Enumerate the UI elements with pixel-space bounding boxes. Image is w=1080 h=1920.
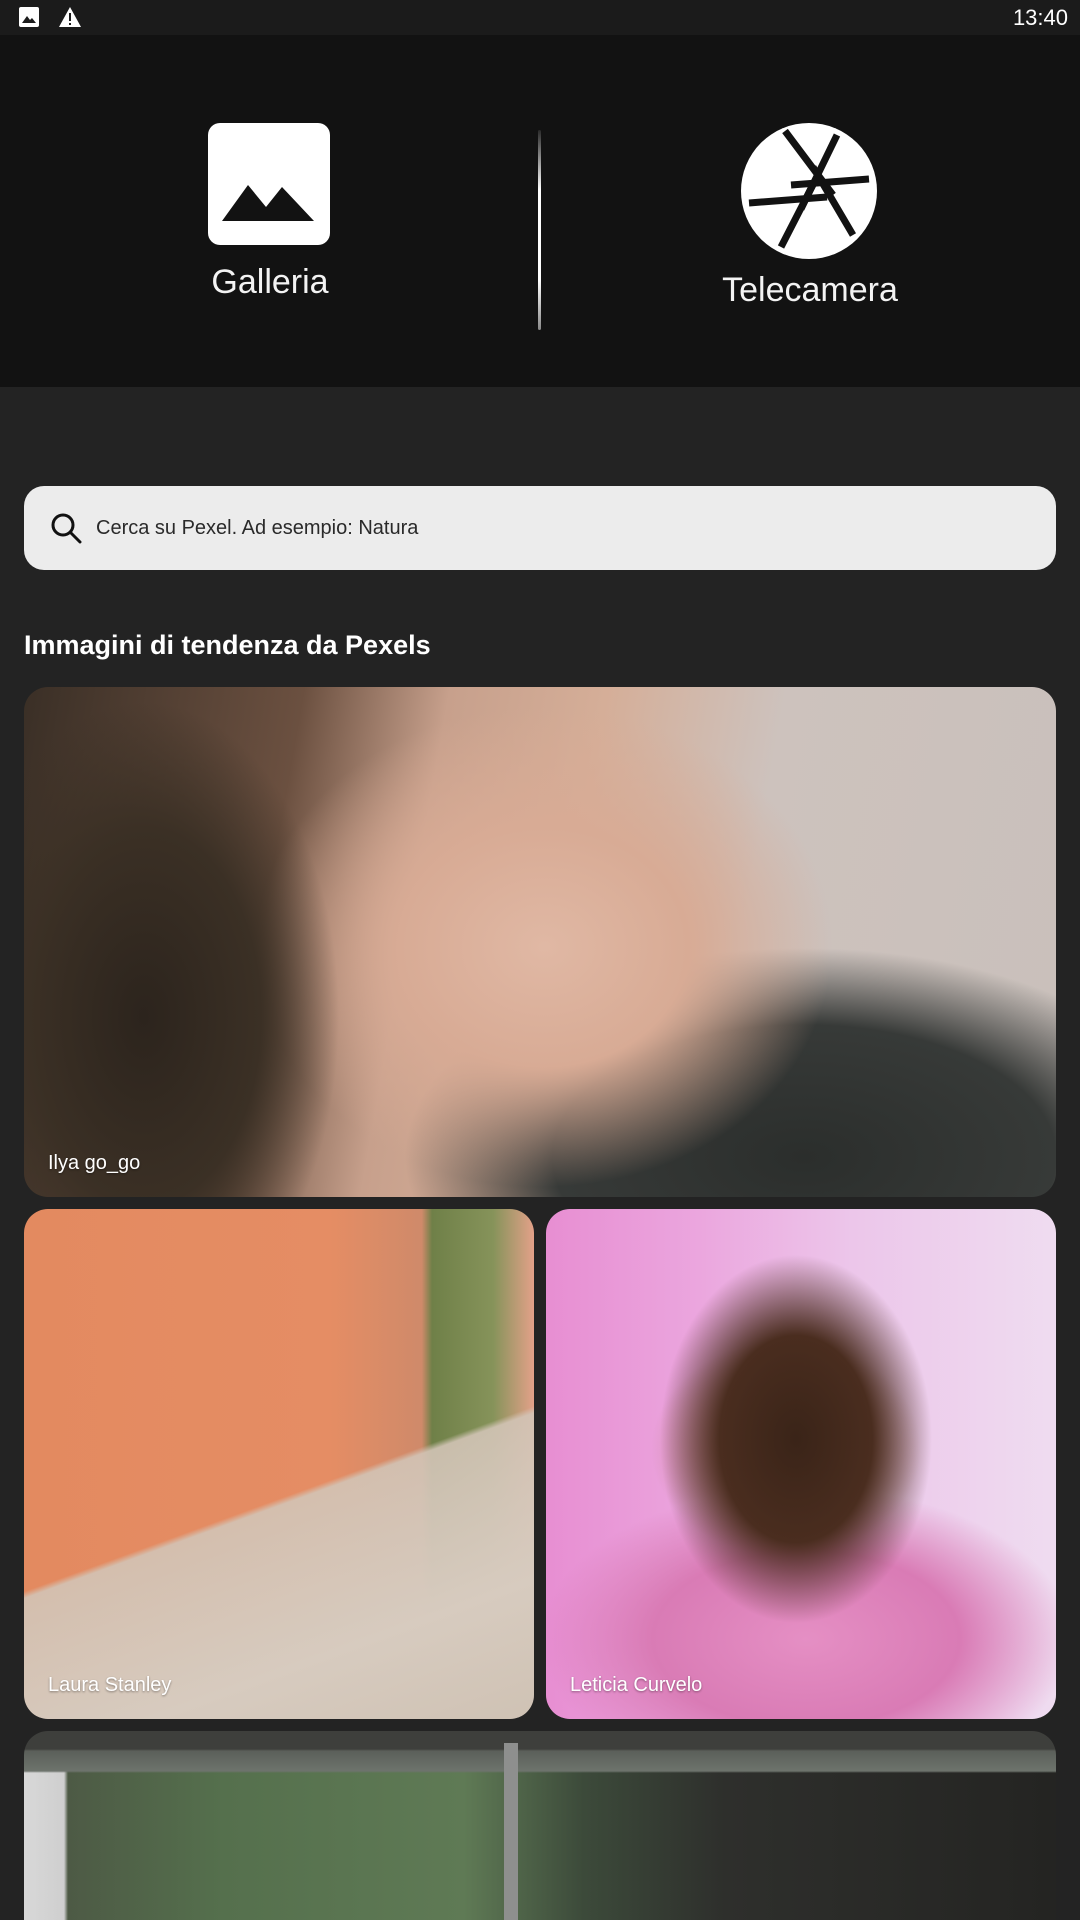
photo-credit: Leticia Curvelo — [570, 1674, 703, 1696]
photo-detail — [504, 1743, 518, 1920]
photo-card[interactable]: Ilya go_go — [24, 687, 1056, 1197]
camera-button[interactable]: Telecamera — [540, 35, 1080, 387]
photo-credit: Laura Stanley — [48, 1674, 172, 1696]
status-bar: 13:40 — [0, 0, 1080, 35]
photo-card[interactable]: Leticia Curvelo — [546, 1209, 1056, 1719]
photo-card[interactable] — [24, 1731, 1056, 1920]
search-input[interactable] — [96, 486, 1036, 570]
warning-icon — [58, 6, 82, 33]
camera-label: Telecamera — [722, 271, 898, 309]
gallery-label: Galleria — [211, 263, 329, 301]
camera-shutter-icon — [741, 123, 877, 259]
photo-card[interactable]: Laura Stanley — [24, 1209, 534, 1719]
photo-credit: Ilya go_go — [48, 1152, 141, 1174]
source-picker-panel: Galleria Telecamera — [0, 35, 1080, 387]
search-icon — [51, 513, 82, 544]
status-time: 13:40 — [1012, 5, 1068, 30]
gallery-icon — [208, 123, 330, 245]
gallery-button[interactable]: Galleria — [0, 35, 540, 387]
search-bar[interactable] — [24, 486, 1056, 570]
image-icon — [18, 6, 40, 33]
section-title: Immagini di tendenza da Pexels — [24, 630, 431, 660]
